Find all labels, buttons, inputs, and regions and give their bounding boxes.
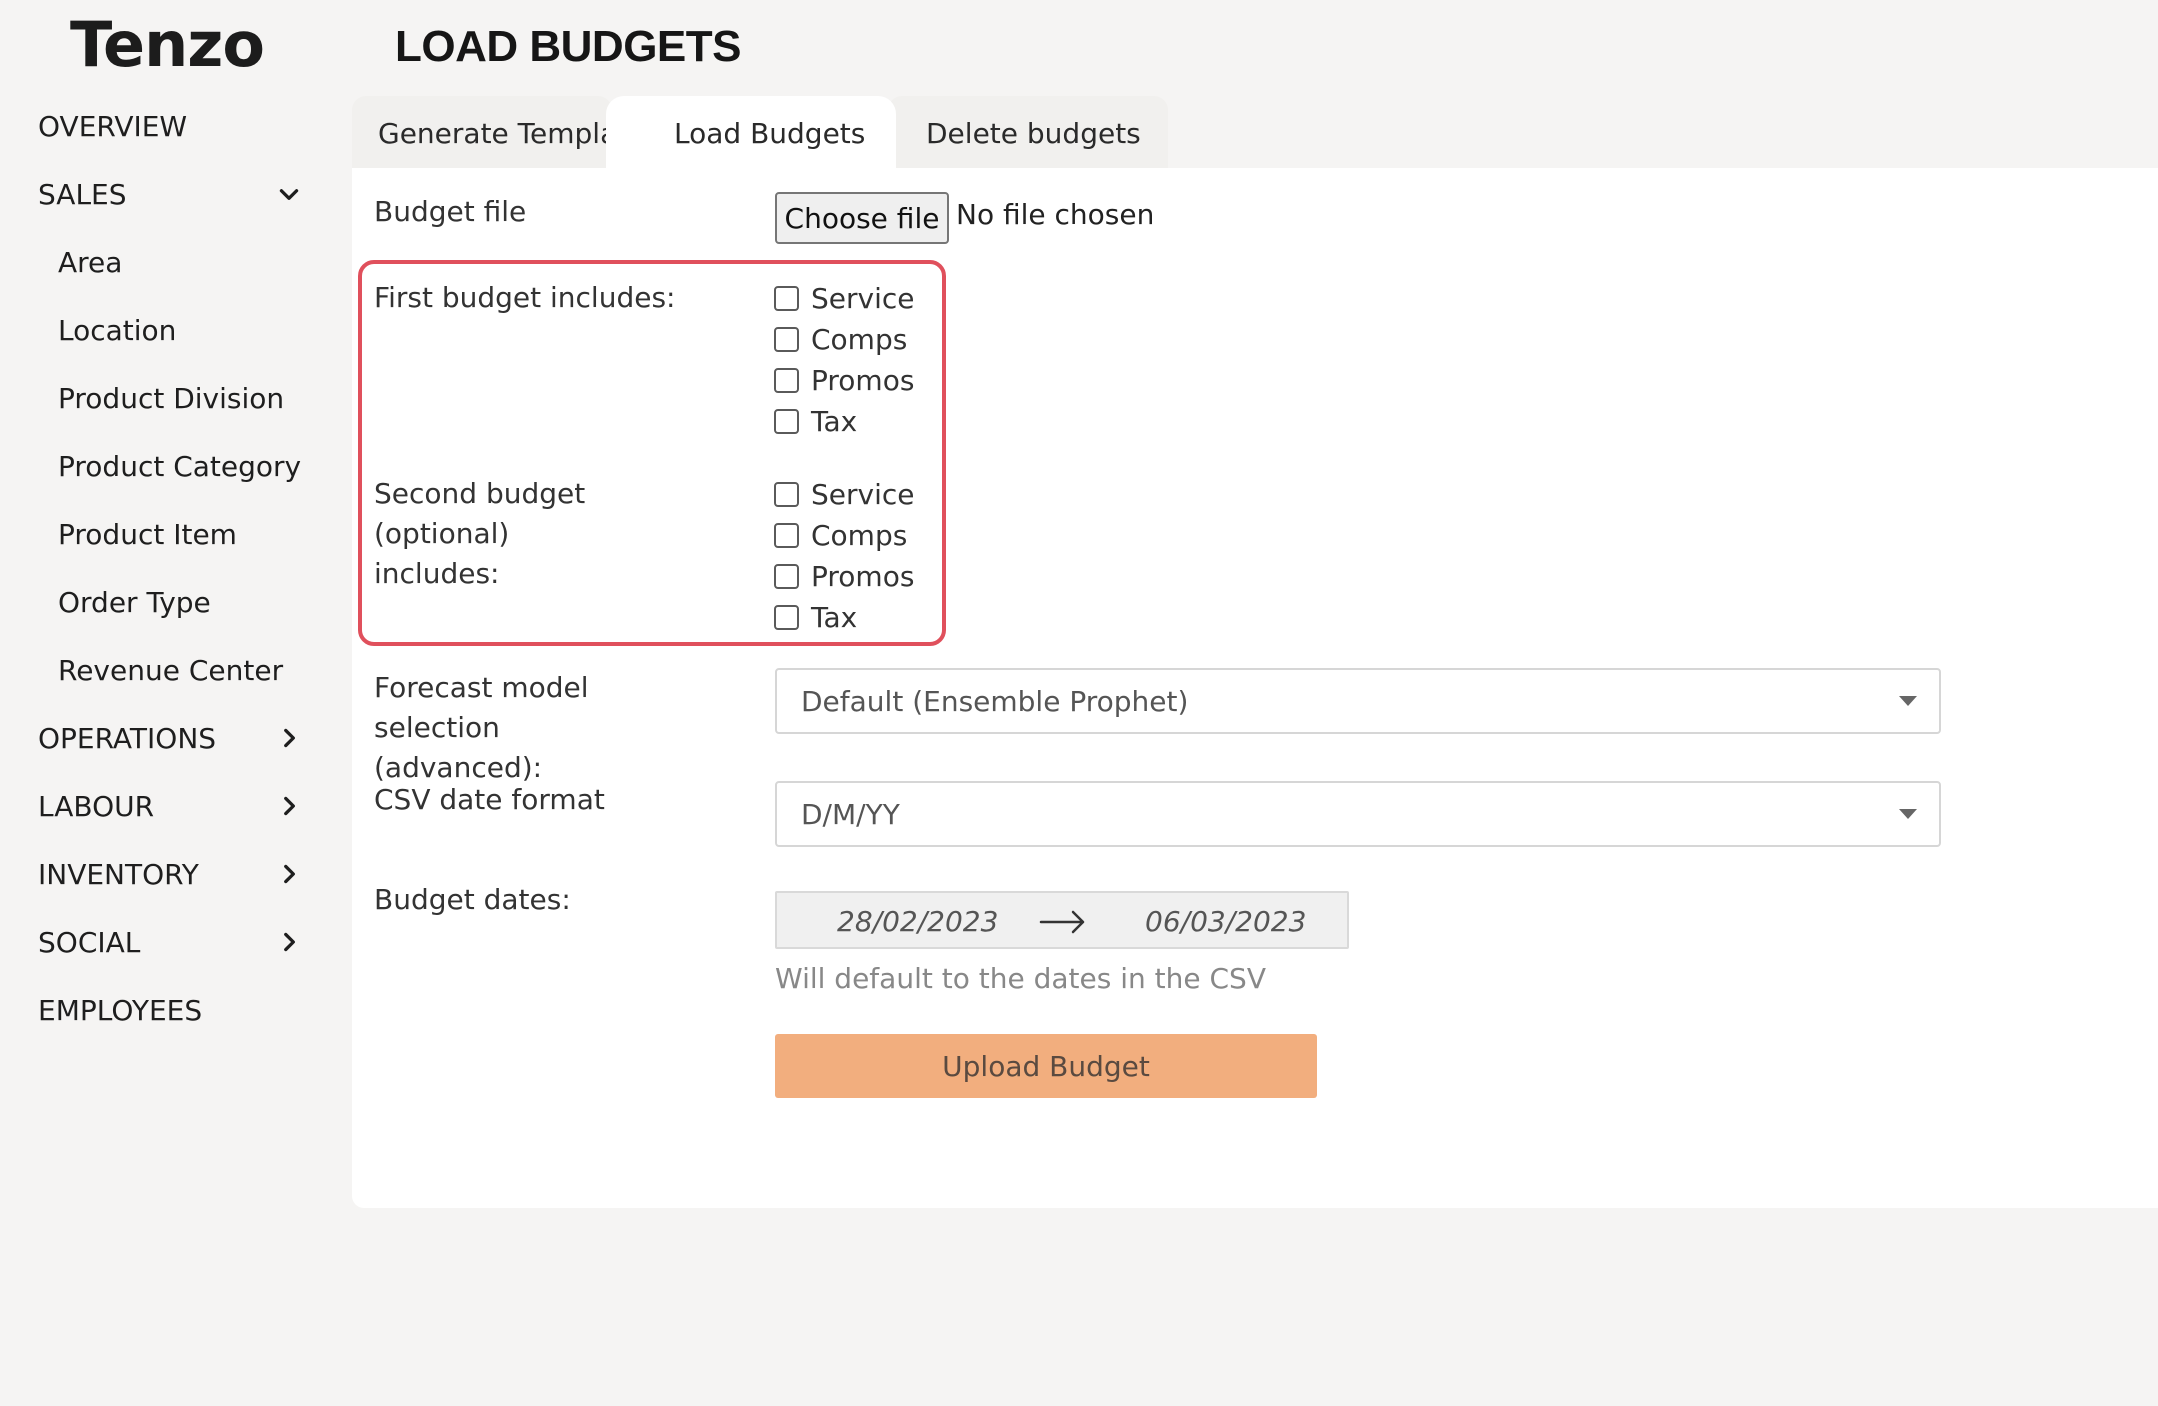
sidebar-item-social[interactable]: SOCIAL (0, 912, 320, 972)
chevron-down-icon[interactable] (276, 181, 302, 207)
checkbox-label: Comps (811, 518, 908, 552)
sidebar-item-label: Area (58, 245, 123, 279)
sidebar-item-label: INVENTORY (38, 857, 199, 891)
checkbox-label: Service (811, 477, 915, 511)
start-date-input[interactable]: 28/02/2023 (837, 905, 998, 938)
budget-date-range-picker[interactable]: 28/02/2023 06/03/2023 (775, 891, 1349, 949)
csv-date-format-label: CSV date format (374, 783, 605, 816)
checkbox-box[interactable] (774, 522, 799, 548)
chevron-right-icon[interactable] (276, 793, 302, 819)
forecast-model-label-line1: Forecast model selection (374, 671, 589, 744)
tab-load-budgets[interactable]: Load Budgets (606, 96, 896, 170)
checkbox-label: Service (811, 281, 915, 315)
checkbox-box[interactable] (774, 285, 799, 311)
sidebar-item-sales[interactable]: SALES (0, 164, 320, 224)
end-date-input[interactable]: 06/03/2023 (1145, 905, 1306, 938)
sidebar-item-label: Revenue Center (58, 653, 284, 687)
tab-label: Delete budgets (926, 116, 1141, 150)
sidebar-item-label: EMPLOYEES (38, 993, 203, 1027)
checkbox-label: Promos (811, 559, 915, 593)
checkbox-box[interactable] (774, 563, 799, 589)
csv-date-format-value: D/M/YY (801, 797, 900, 831)
second-budget-service-checkbox[interactable]: Service (774, 474, 914, 514)
logo-text: Tenzo (70, 8, 265, 81)
first-budget-service-checkbox[interactable]: Service (774, 278, 914, 318)
file-status-text: No file chosen (956, 198, 1155, 231)
sidebar-item-operations[interactable]: OPERATIONS (0, 708, 320, 768)
budget-file-label: Budget file (374, 195, 527, 228)
checkbox-label: Promos (811, 363, 915, 397)
sidebar-item-area[interactable]: Area (0, 232, 320, 292)
sidebar-item-overview[interactable]: OVERVIEW (0, 96, 320, 156)
second-budget-comps-checkbox[interactable]: Comps (774, 515, 907, 555)
sidebar-item-employees[interactable]: EMPLOYEES (0, 980, 320, 1040)
caret-down-icon (1899, 809, 1917, 819)
checkbox-box[interactable] (774, 604, 799, 630)
forecast-model-select[interactable]: Default (Ensemble Prophet) (775, 668, 1941, 734)
sidebar-item-product-item[interactable]: Product Item (0, 504, 320, 564)
chevron-right-icon[interactable] (276, 929, 302, 955)
sidebar-item-label: SALES (38, 177, 127, 211)
sidebar-item-label: LABOUR (38, 789, 155, 823)
sidebar-item-label: SOCIAL (38, 925, 141, 959)
first-budget-label: First budget includes: (374, 281, 676, 314)
checkbox-label: Tax (811, 404, 858, 438)
sidebar-item-label: Order Type (58, 585, 211, 619)
checkbox-label: Comps (811, 322, 908, 356)
load-budgets-panel: Budget file Choose file No file chosen F… (352, 168, 2158, 1208)
second-budget-tax-checkbox[interactable]: Tax (774, 597, 857, 637)
sidebar-item-labour[interactable]: LABOUR (0, 776, 320, 836)
tenzo-logo[interactable]: Tenzo (70, 6, 270, 84)
sidebar-item-order-type[interactable]: Order Type (0, 572, 320, 632)
first-budget-tax-checkbox[interactable]: Tax (774, 401, 857, 441)
forecast-model-label: Forecast model selection (advanced): (374, 668, 714, 788)
sidebar: Tenzo OVERVIEW SALES Area Location Produ… (0, 0, 320, 1406)
checkbox-box[interactable] (774, 326, 799, 352)
csv-date-format-select[interactable]: D/M/YY (775, 781, 1941, 847)
chevron-right-icon[interactable] (276, 861, 302, 887)
sidebar-item-label: Product Category (58, 449, 302, 483)
second-budget-promos-checkbox[interactable]: Promos (774, 556, 914, 596)
page-title: LOAD BUDGETS (395, 22, 742, 71)
sidebar-item-location[interactable]: Location (0, 300, 320, 360)
budget-dates-label: Budget dates: (374, 883, 571, 916)
sidebar-item-product-division[interactable]: Product Division (0, 368, 320, 428)
sidebar-item-product-category[interactable]: Product Category (0, 436, 320, 496)
sidebar-item-label: OVERVIEW (38, 109, 188, 143)
second-budget-label-line2: includes: (374, 557, 500, 590)
second-budget-label: Second budget (optional) includes: (374, 474, 714, 594)
chevron-right-icon[interactable] (276, 725, 302, 751)
budget-dates-help-text: Will default to the dates in the CSV (775, 962, 1266, 995)
checkbox-box[interactable] (774, 408, 799, 434)
first-budget-promos-checkbox[interactable]: Promos (774, 360, 914, 400)
sidebar-item-label: Location (58, 313, 177, 347)
checkbox-label: Tax (811, 600, 858, 634)
sidebar-item-label: Product Division (58, 381, 285, 415)
first-budget-comps-checkbox[interactable]: Comps (774, 319, 907, 359)
caret-down-icon (1899, 696, 1917, 706)
arrow-right-icon (1039, 907, 1087, 937)
tab-delete-budgets[interactable]: Delete budgets (888, 96, 1168, 170)
checkbox-box[interactable] (774, 367, 799, 393)
upload-budget-button[interactable]: Upload Budget (775, 1034, 1317, 1098)
tab-label: Load Budgets (674, 116, 866, 150)
checkbox-box[interactable] (774, 481, 799, 507)
tab-label: Generate Templa (378, 116, 612, 150)
sidebar-item-inventory[interactable]: INVENTORY (0, 844, 320, 904)
choose-file-button[interactable]: Choose file (775, 192, 949, 244)
tab-generate-template[interactable]: Generate Templa (352, 96, 612, 170)
second-budget-label-line1: Second budget (optional) (374, 477, 586, 550)
sidebar-item-label: Product Item (58, 517, 237, 551)
forecast-model-value: Default (Ensemble Prophet) (801, 684, 1189, 718)
sidebar-item-revenue-center[interactable]: Revenue Center (0, 640, 320, 700)
sidebar-item-label: OPERATIONS (38, 721, 217, 755)
